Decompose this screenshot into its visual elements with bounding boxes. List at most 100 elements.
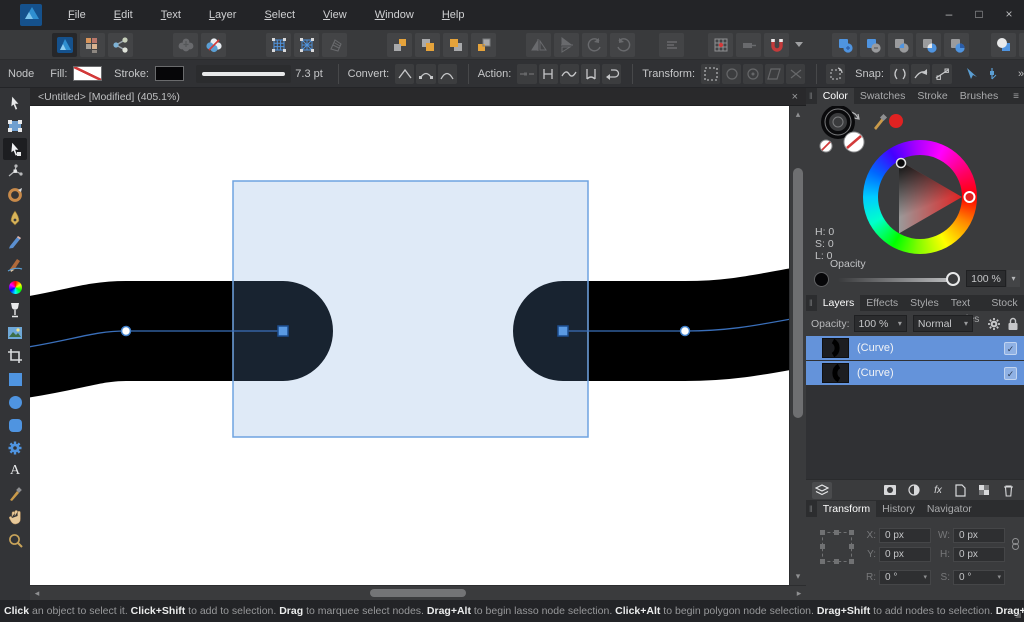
anchor-point-selector[interactable] [822,532,852,562]
action-break-curve-button[interactable] [517,64,536,84]
panel-menu-icon[interactable]: ≡ [1013,91,1019,102]
stroke-swatch[interactable] [155,66,184,81]
scroll-up-icon[interactable]: ▴ [790,106,806,120]
menu-help[interactable]: Help [428,0,479,30]
lock-icon[interactable] [1007,317,1019,331]
curve-node-selected[interactable] [558,326,568,336]
stroke-width-slider[interactable] [196,65,292,83]
maximize-button[interactable]: □ [964,0,994,30]
scroll-right-icon[interactable]: ▸ [792,588,806,599]
layer-label[interactable]: (Curve) [857,342,894,354]
layer-thumbnail[interactable] [822,338,849,358]
insert-shape-disabled-button[interactable] [173,33,198,57]
convert-smooth-button[interactable] [438,64,457,84]
zoom-tool[interactable] [3,529,27,551]
snapping-caret-button[interactable] [792,33,806,57]
snap-node-alignment-button[interactable] [983,64,1002,84]
h-input[interactable]: 0 px [953,547,1005,562]
edit-all-layers-icon[interactable] [812,482,832,499]
action-close-curve-button[interactable] [539,64,558,84]
opacity-value[interactable]: 100 % [966,270,1006,287]
ellipse-tool[interactable] [3,391,27,413]
color-picker-icon[interactable] [874,114,887,130]
cog-tool[interactable] [3,437,27,459]
tab-navigator[interactable]: Navigator [921,501,978,517]
layer-thumbnail[interactable] [822,363,849,383]
blend-options-gear-icon[interactable] [987,317,1001,331]
boolean-combine-button[interactable] [944,33,969,57]
transparency-tool[interactable] [3,299,27,321]
menu-edit[interactable]: Edit [100,0,147,30]
convert-smart-button[interactable] [416,64,435,84]
menu-text[interactable]: Text [147,0,195,30]
tab-color[interactable]: Color [817,88,854,104]
color-wheel[interactable] [863,140,977,254]
artistic-text-tool[interactable]: A [3,460,27,482]
order-front-button[interactable] [415,33,440,57]
layer-label[interactable]: (Curve) [857,367,894,379]
opacity-slider[interactable] [838,278,952,282]
convert-sharp-button[interactable] [395,64,414,84]
picked-color-swatch[interactable] [889,114,903,128]
pixel-persona-button[interactable] [80,33,105,57]
tab-history[interactable]: History [876,501,921,517]
close-button[interactable]: × [994,0,1024,30]
vertical-scrollbar[interactable]: ▴ ▾ [789,106,806,585]
opacity-caret-icon[interactable]: ▾ [1007,270,1020,287]
vector-brush-tool[interactable] [3,253,27,275]
layer-visibility-checkbox[interactable]: ✓ [1004,342,1017,355]
tab-swatches[interactable]: Swatches [854,88,912,104]
grid-standard-button[interactable] [266,33,291,57]
transform-reset-button[interactable] [786,64,805,84]
menu-layer[interactable]: Layer [195,0,251,30]
rotate-ccw-disabled-button[interactable] [582,33,607,57]
add-pixel-layer-icon[interactable] [974,482,994,499]
tab-close-icon[interactable]: × [792,91,798,103]
document-tab[interactable]: <Untitled> [Modified] (405.1%) [38,91,180,103]
panel-grip-icon[interactable]: ‖ [809,298,813,308]
delete-layer-trash-icon[interactable] [998,482,1018,499]
action-reverse-curves-button[interactable] [602,64,621,84]
no-color-well[interactable] [820,140,832,152]
tab-stroke[interactable]: Stroke [911,88,953,104]
curve-node-unselected[interactable] [122,327,131,336]
geometry-circle-square-button[interactable] [991,33,1016,57]
tab-text-styles[interactable]: Text Styles [945,295,986,311]
action-smooth-curve-button[interactable] [560,64,579,84]
rotation-input[interactable]: 0 °▾ [879,570,931,585]
node-tool[interactable] [3,138,27,160]
action-join-curves-button[interactable] [581,64,600,84]
horizontal-scroll-thumb[interactable] [370,589,466,597]
flip-horizontal-disabled-button[interactable] [526,33,551,57]
menu-select[interactable]: Select [250,0,309,30]
move-by-whole-pixels-disabled-button[interactable] [736,33,761,57]
tab-styles[interactable]: Styles [904,295,945,311]
scroll-down-icon[interactable]: ▾ [790,571,806,582]
transform-mode-button[interactable] [701,64,720,84]
panel-grip-icon[interactable]: ‖ [809,91,813,101]
transform-scale-button[interactable] [722,64,741,84]
tab-transform[interactable]: Transform [817,501,876,517]
x-input[interactable]: 0 px [879,528,931,543]
color-picker-tool[interactable] [3,483,27,505]
triangle-selector[interactable] [897,159,906,168]
add-mask-layer-icon[interactable] [880,482,900,499]
boolean-add-button[interactable] [832,33,857,57]
pen-tool[interactable] [3,207,27,229]
order-forward-button[interactable] [387,33,412,57]
minimize-button[interactable]: – [934,0,964,30]
order-back-button[interactable] [471,33,496,57]
move-tool[interactable] [3,92,27,114]
tab-layers[interactable]: Layers [817,295,861,311]
alignment-disabled-button[interactable] [659,33,684,57]
flip-vertical-disabled-button[interactable] [554,33,579,57]
corner-tool[interactable] [3,184,27,206]
y-input[interactable]: 0 px [879,547,931,562]
layer-effects-fx-icon[interactable]: fx [928,482,948,499]
vertical-scroll-thumb[interactable] [793,168,803,418]
blend-mode-dropdown[interactable]: Normal▾ [913,315,973,332]
vector-crop-tool[interactable] [3,345,27,367]
layer-row-curve-2[interactable]: (Curve) ✓ [806,361,1024,385]
scroll-left-icon[interactable]: ◂ [30,588,44,599]
fill-tool[interactable] [3,276,27,298]
